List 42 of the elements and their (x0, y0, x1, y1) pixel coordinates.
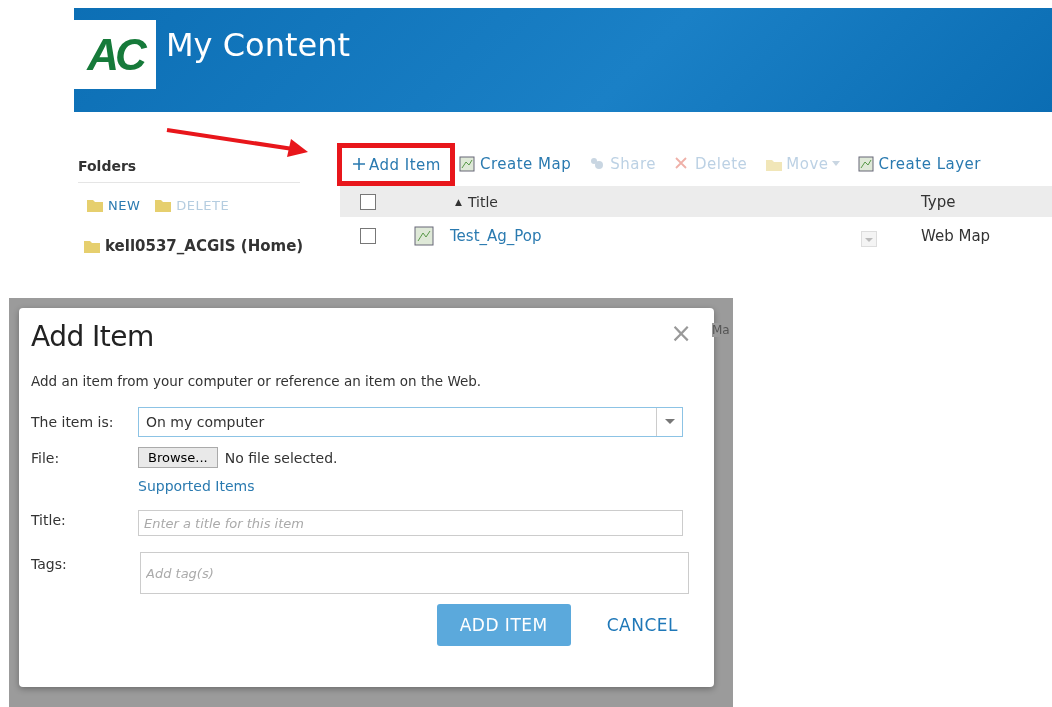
field-label: File: (31, 449, 61, 466)
map-icon (458, 156, 477, 172)
plus-icon (352, 156, 366, 173)
field-label: The item is: (31, 414, 115, 430)
tags-field[interactable]: Add tag(s) (140, 552, 689, 594)
supported-items-link[interactable]: Supported Items (138, 478, 683, 494)
logo: AC (74, 20, 156, 89)
folder-action[interactable]: NEW (86, 197, 141, 213)
folder-icon (154, 197, 173, 213)
close-button[interactable]: × (670, 320, 692, 346)
page-title: My Content (166, 26, 350, 64)
table-cell: Web Map (921, 227, 991, 245)
column-title: Title (467, 193, 498, 210)
item-title-link[interactable]: Test_Ag_Pop (450, 227, 845, 245)
item-source-dropdown[interactable]: On my computer (138, 407, 683, 437)
toolbar-button[interactable]: Create Layer (857, 155, 981, 173)
toolbar-button[interactable]: Add Item (352, 155, 441, 174)
caret-icon (664, 419, 675, 425)
folder-icon (86, 197, 104, 213)
cancel-button[interactable]: CANCEL (606, 615, 678, 635)
folder-item[interactable]: kell0537_ACGIS (Home) (83, 237, 304, 255)
field-label: Tags: (31, 555, 68, 572)
title-field[interactable]: Enter a title for this item (138, 510, 683, 536)
folders-heading: Folders (78, 158, 300, 183)
row-checkbox[interactable] (360, 228, 376, 244)
column-header[interactable]: ▲ Title (376, 193, 921, 210)
file-status: No file selected. (224, 449, 338, 466)
dialog-description: Add an item from your computer or reference an item on the Web. (31, 373, 483, 389)
caret-icon (831, 161, 840, 167)
map-icon (414, 226, 434, 246)
dialog-title: Add Item (31, 320, 154, 353)
folder-icon (83, 238, 101, 254)
browse-button[interactable]: Browse... (138, 447, 218, 468)
column-header[interactable]: Type (921, 192, 956, 211)
sort-indicator: ▲ (455, 196, 462, 207)
add-item-button[interactable]: ADD ITEM (436, 604, 571, 646)
map-icon (857, 156, 876, 172)
dropdown-icon (861, 231, 877, 247)
field-label: Title: (31, 512, 67, 528)
select-all-checkbox[interactable] (360, 193, 376, 210)
background-text: Ma (712, 323, 730, 337)
toolbar-button[interactable]: Create Map (458, 155, 572, 173)
